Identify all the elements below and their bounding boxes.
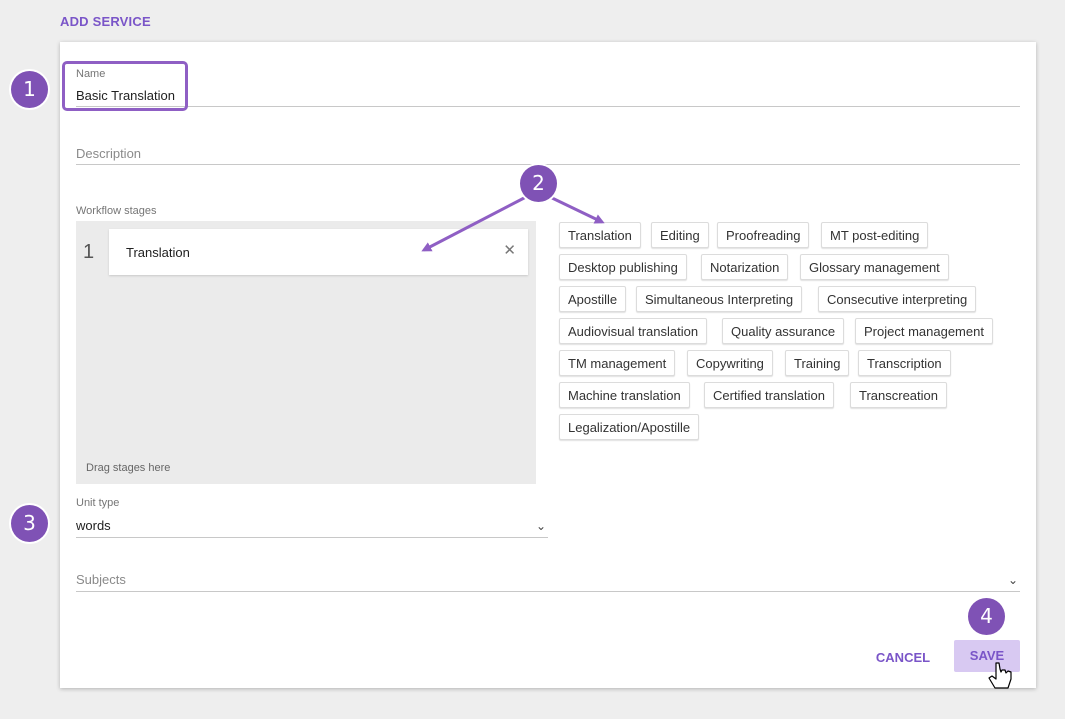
stage-chip[interactable]: Desktop publishing [559, 254, 687, 280]
save-button[interactable]: SAVE [954, 640, 1020, 672]
stage-chip[interactable]: Machine translation [559, 382, 690, 408]
name-field-highlight [62, 61, 188, 111]
stage-chip[interactable]: Notarization [701, 254, 789, 280]
stage-chip[interactable]: Glossary management [800, 254, 949, 280]
stage-chip[interactable]: Copywriting [687, 350, 773, 376]
workflow-label: Workflow stages [76, 205, 157, 217]
stage-chip[interactable]: Apostille [559, 286, 627, 312]
stage-chip[interactable]: Legalization/Apostille [559, 414, 700, 440]
stage-chip[interactable]: Training [785, 350, 850, 376]
name-underline [76, 106, 1020, 107]
description-underline [76, 164, 1020, 165]
subjects-placeholder: Subjects [76, 572, 126, 587]
stage-chip[interactable]: Proofreading [717, 222, 810, 248]
workflow-stage-label: Translation [126, 245, 190, 260]
subjects-underline [76, 591, 1020, 592]
description-input[interactable]: Description [76, 146, 141, 161]
add-service-form: Name Basic Translation Description Workf… [60, 42, 1036, 688]
workflow-stage-item[interactable]: Translation ✕ [109, 229, 528, 275]
stage-chip[interactable]: Translation [559, 222, 641, 248]
stage-chip[interactable]: Audiovisual translation [559, 318, 708, 344]
stage-chip[interactable]: Consecutive interpreting [818, 286, 977, 312]
unit-type-label: Unit type [76, 497, 120, 509]
step-badge-4: 4 [968, 598, 1005, 635]
unit-type-select[interactable]: words ⌄ [76, 514, 548, 538]
stage-chip[interactable]: MT post-editing [821, 222, 929, 248]
cancel-button[interactable]: CANCEL [868, 642, 938, 674]
stage-chip[interactable]: Quality assurance [722, 318, 845, 344]
step-badge-3: 3 [11, 505, 48, 542]
stage-chip[interactable]: Simultaneous Interpreting [636, 286, 803, 312]
stage-chip[interactable]: Transcription [858, 350, 951, 376]
page-title: ADD SERVICE [60, 14, 151, 29]
chevron-down-icon: ⌄ [1007, 573, 1018, 587]
stage-chip[interactable]: TM management [559, 350, 676, 376]
subjects-select[interactable]: Subjects ⌄ [76, 568, 1020, 592]
step-badge-2: 2 [520, 165, 557, 202]
step-badge-1: 1 [11, 71, 48, 108]
stage-chip[interactable]: Editing [651, 222, 709, 248]
stage-chip[interactable]: Certified translation [704, 382, 834, 408]
chevron-down-icon: ⌄ [535, 519, 546, 533]
stage-chip[interactable]: Project management [855, 318, 993, 344]
stage-number: 1 [83, 241, 95, 263]
unit-type-underline [76, 537, 548, 538]
unit-type-value: words [76, 518, 111, 533]
workflow-dropzone[interactable]: 1 Translation ✕ Drag stages here [76, 221, 536, 484]
close-icon[interactable]: ✕ [503, 241, 516, 259]
stage-chip[interactable]: Transcreation [850, 382, 947, 408]
drag-hint: Drag stages here [86, 462, 171, 474]
